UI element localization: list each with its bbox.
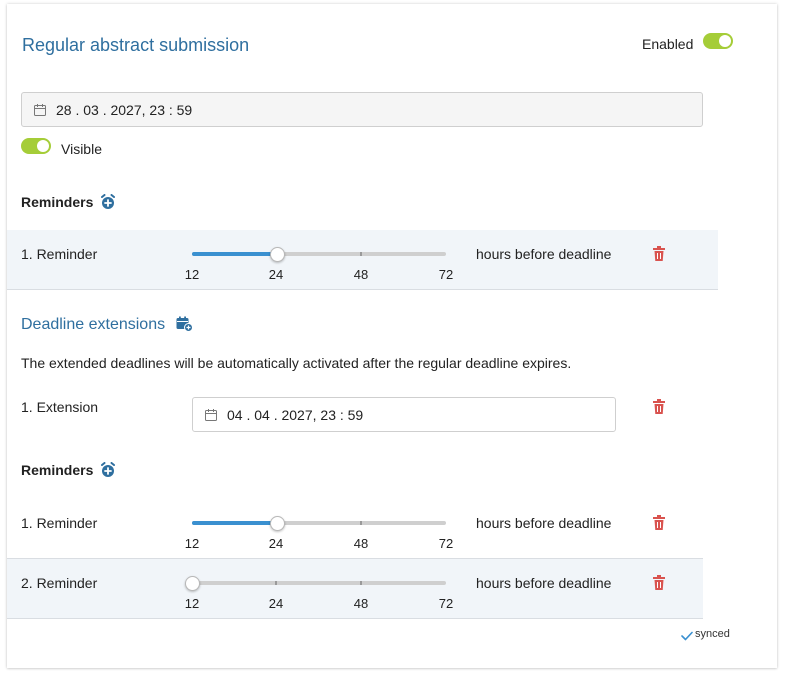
extension-date-value: 04 . 04 . 2027, 23 : 59 <box>227 406 364 423</box>
slider-tick <box>360 252 362 256</box>
synced-status: synced <box>695 628 730 640</box>
slider-track <box>192 581 446 585</box>
trash-icon[interactable] <box>652 399 666 415</box>
extension-date-field[interactable]: 04 . 04 . 2027, 23 : 59 <box>192 397 616 432</box>
page-title: Regular abstract submission <box>22 35 250 55</box>
tick-label: 72 <box>438 267 454 282</box>
trash-icon[interactable] <box>652 575 666 591</box>
toggle-knob <box>719 35 731 47</box>
tick-label: 48 <box>353 596 369 611</box>
enabled-toggle[interactable] <box>703 33 733 49</box>
extensions-description: The extended deadlines will be automatic… <box>21 355 572 371</box>
toggle-knob <box>37 140 49 152</box>
slider-thumb[interactable] <box>185 576 200 591</box>
tick-label: 24 <box>268 596 284 611</box>
tick-label: 24 <box>268 536 284 551</box>
abstract-submission-card: Regular abstract submission Enabled 28 .… <box>7 4 777 668</box>
reminder-slider[interactable] <box>192 516 446 531</box>
calendar-icon <box>205 408 217 421</box>
slider-tick <box>275 581 277 585</box>
reminder-slider[interactable] <box>185 576 446 591</box>
slider-tick <box>360 521 362 525</box>
reminder-label: 2. Reminder <box>21 575 98 591</box>
tick-label: 12 <box>184 536 200 551</box>
hours-before-deadline-label: hours before deadline <box>476 575 612 591</box>
tick-label: 72 <box>438 536 454 551</box>
alarm-plus-icon[interactable] <box>100 194 116 213</box>
tick-label: 48 <box>353 267 369 282</box>
enabled-label: Enabled <box>642 36 694 52</box>
calendar-plus-icon[interactable] <box>176 316 193 335</box>
trash-icon[interactable] <box>652 515 666 531</box>
visible-toggle[interactable] <box>21 138 51 154</box>
tick-label: 12 <box>184 267 200 282</box>
deadline-date-field[interactable]: 28 . 03 . 2027, 23 : 59 <box>21 92 703 127</box>
tick-label: 12 <box>184 596 200 611</box>
reminder-label: 1. Reminder <box>21 246 98 262</box>
tick-label: 72 <box>438 596 454 611</box>
reminders-heading: Reminders <box>21 194 94 210</box>
deadline-extensions-title: Deadline extensions <box>21 316 166 333</box>
slider-fill <box>192 252 277 256</box>
deadline-date-value: 28 . 03 . 2027, 23 : 59 <box>56 101 193 118</box>
slider-fill <box>192 521 277 525</box>
tick-label: 48 <box>353 536 369 551</box>
reminder-slider[interactable] <box>192 247 446 262</box>
slider-thumb[interactable] <box>269 247 285 262</box>
tick-label: 24 <box>268 267 284 282</box>
reminder-label: 1. Reminder <box>21 515 98 531</box>
visible-label: Visible <box>61 141 102 157</box>
extension-reminders-heading: Reminders <box>21 462 94 478</box>
hours-before-deadline-label: hours before deadline <box>476 246 612 262</box>
slider-thumb[interactable] <box>269 516 285 531</box>
hours-before-deadline-label: hours before deadline <box>476 515 612 531</box>
extension-label: 1. Extension <box>21 399 99 415</box>
alarm-plus-icon[interactable] <box>100 462 116 481</box>
slider-tick <box>360 581 362 585</box>
calendar-icon <box>34 103 46 116</box>
trash-icon[interactable] <box>652 246 666 262</box>
check-icon <box>681 628 693 644</box>
